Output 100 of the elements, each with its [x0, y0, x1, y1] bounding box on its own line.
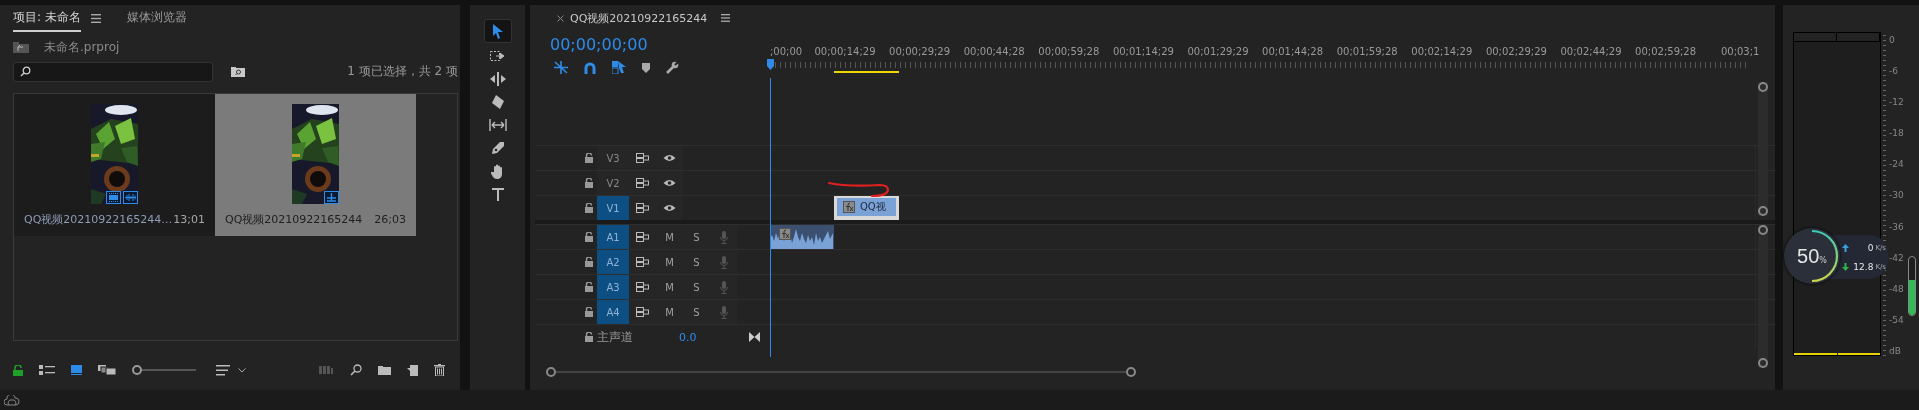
horizontal-scrollbar[interactable] [546, 366, 1136, 378]
bowtie-icon[interactable] [749, 332, 760, 342]
lock-icon[interactable] [585, 203, 593, 213]
panel-tab[interactable]: 媒体浏览器 [126, 4, 187, 32]
wrench-icon[interactable] [666, 61, 679, 74]
solo-button[interactable]: S [693, 306, 700, 318]
ruler-label: ;00;00 [770, 46, 803, 57]
ruler-label: 00;00;59;28 [1038, 46, 1100, 57]
track-select-icon [489, 50, 506, 62]
linked-selection-icon[interactable] [612, 61, 626, 74]
solo-button[interactable]: S [693, 281, 700, 293]
selection-tool-button[interactable] [483, 19, 512, 43]
icon-view-icon[interactable] [71, 365, 82, 375]
sequence-tab[interactable]: QQ视频20210922165244 [570, 10, 708, 26]
playhead-handle[interactable] [767, 59, 774, 70]
lock-icon[interactable] [585, 307, 593, 317]
film-strip-icon [106, 191, 121, 204]
time-ruler[interactable]: ;00;00 00;00;14;29 00;00;29;29 00;00;44;28 00;00;59;28 00;01;14;29 00;01;29;29 00;01;44;28 00;01;59;28 00;02;14;29 00;02;29;29 00;02;44;29 00;02;59;28 00;03;1 [770, 31, 1770, 90]
lock-icon[interactable] [585, 153, 593, 163]
search-icon[interactable] [350, 364, 362, 376]
meter-scale-label: -36 [1889, 221, 1904, 233]
meter-scale-label: -48 [1889, 283, 1904, 295]
download-arrow-icon [1842, 262, 1849, 271]
track-target-toggle[interactable]: A2 [597, 250, 629, 274]
meter-scale-label: -24 [1889, 159, 1904, 171]
ruler-label: 00;01;44;28 [1262, 46, 1324, 57]
eye-icon[interactable] [663, 154, 676, 162]
lock-icon[interactable] [13, 364, 23, 376]
ruler-label: 00;01;29;29 [1187, 46, 1249, 57]
sync-lock-icon[interactable] [636, 232, 649, 242]
track-target-toggle[interactable]: A4 [597, 300, 629, 324]
zoom-slider[interactable] [132, 365, 196, 375]
lock-icon[interactable] [585, 178, 593, 188]
eye-icon[interactable] [663, 179, 676, 187]
chevron-down-icon[interactable] [238, 367, 246, 373]
trash-icon[interactable] [434, 364, 445, 376]
track-target-toggle[interactable]: V1 [597, 196, 629, 220]
media-duration: 26;03 [374, 213, 406, 226]
media-duration: 13;01 [173, 213, 205, 226]
mute-button[interactable]: M [665, 231, 674, 243]
ruler-label: 00;00;29;29 [889, 46, 951, 57]
sync-lock-icon[interactable] [636, 178, 649, 188]
solo-button[interactable]: S [693, 231, 700, 243]
freeform-view-icon[interactable] [98, 365, 116, 375]
ruler-label: 00;00;44;28 [963, 46, 1025, 57]
ruler-label: 00;03;1 [1720, 46, 1760, 57]
audio-scrollbar[interactable] [1758, 225, 1768, 368]
sync-lock-icon[interactable] [636, 153, 649, 163]
marker-icon[interactable] [642, 62, 650, 73]
mute-button[interactable]: M [665, 306, 674, 318]
playhead-timecode[interactable]: 00;00;00;00 [550, 35, 770, 55]
mute-button[interactable]: M [665, 256, 674, 268]
audio-clip[interactable] [770, 225, 834, 249]
slider-thumb[interactable] [132, 365, 142, 375]
sync-lock-icon[interactable] [636, 257, 649, 267]
clip-name: QQ视 [860, 200, 886, 214]
slip-icon [488, 119, 507, 131]
nest-icon[interactable] [554, 61, 568, 74]
sync-lock-icon[interactable] [636, 203, 649, 213]
media-item[interactable]: QQ视频20210922165244 26;03 [215, 94, 416, 236]
pen-icon [490, 141, 505, 155]
media-item[interactable]: QQ视频20210922165244…13;01 [14, 94, 215, 236]
menu-icon[interactable] [721, 14, 731, 22]
lock-icon[interactable] [585, 232, 593, 242]
video-clip[interactable]: QQ视 [834, 196, 899, 220]
eye-icon[interactable] [663, 204, 676, 212]
master-volume-value[interactable]: 0.0 [679, 330, 697, 344]
new-item-icon[interactable] [407, 364, 418, 376]
lock-icon[interactable] [585, 332, 593, 342]
fx-badge-icon [779, 228, 791, 240]
sort-icon[interactable] [216, 364, 230, 376]
lock-icon[interactable] [585, 282, 593, 292]
search-field[interactable] [13, 61, 213, 82]
close-icon[interactable] [557, 14, 564, 22]
track-target-toggle[interactable]: A3 [597, 275, 629, 299]
magnet-icon[interactable] [584, 61, 596, 74]
ruler-label: 00;00;14;29 [814, 46, 876, 57]
solo-button[interactable]: S [693, 256, 700, 268]
folder-icon[interactable] [378, 365, 391, 375]
hand-drawn-stroke [828, 179, 890, 199]
ruler-label: 00;01;14;29 [1112, 46, 1174, 57]
sync-lock-icon[interactable] [636, 282, 649, 292]
sync-lock-icon[interactable] [636, 307, 649, 317]
cloud-icon[interactable] [4, 394, 20, 406]
mute-button[interactable]: M [665, 281, 674, 293]
track-target-toggle[interactable]: A1 [597, 225, 629, 249]
arrow-icon [491, 23, 504, 39]
upload-speed: 0 [1867, 242, 1874, 253]
meter-scale-label: -12 [1889, 97, 1904, 109]
type-tool-icon [491, 187, 504, 201]
list-view-icon[interactable] [39, 365, 55, 375]
media-name: QQ视频20210922165244… [24, 212, 173, 227]
folder-up-icon[interactable] [13, 41, 29, 53]
menu-icon[interactable] [90, 13, 101, 23]
meter-scale-label: dB [1889, 345, 1902, 357]
panel-tab[interactable]: 项目: 未命名 [13, 4, 81, 32]
find-bin-icon[interactable] [231, 66, 245, 77]
video-scrollbar[interactable] [1758, 82, 1768, 216]
meter-scale-label: -42 [1889, 252, 1904, 264]
lock-icon[interactable] [585, 257, 593, 267]
